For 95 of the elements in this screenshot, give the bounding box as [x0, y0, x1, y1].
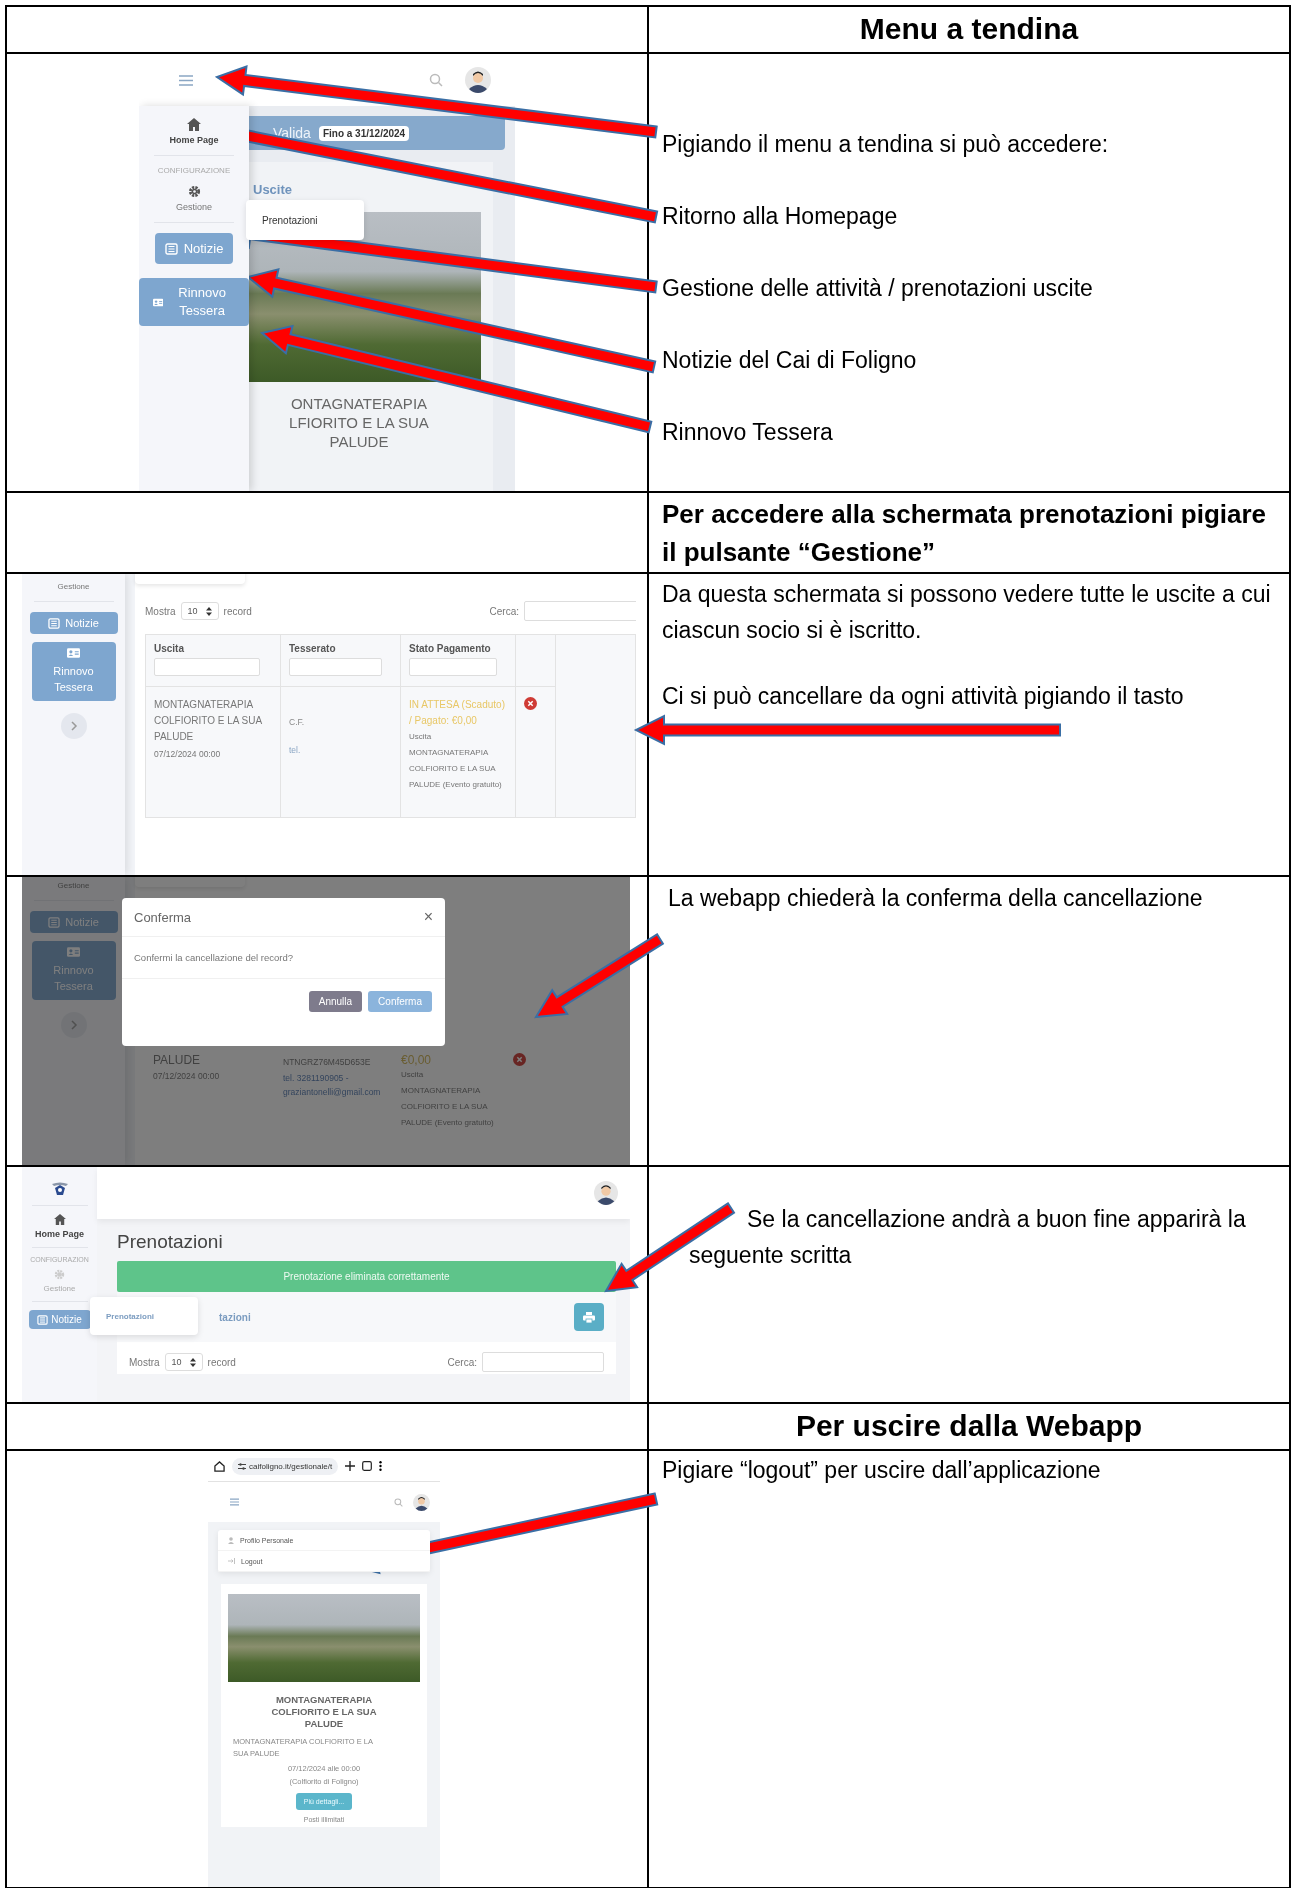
success-alert: Prenotazione eliminata correttamente: [117, 1261, 616, 1292]
address-bar[interactable]: caifoligno.it/gestionale/t: [232, 1457, 339, 1475]
table-cell-text: €0,00: [401, 1053, 433, 1067]
chevron-button-icon[interactable]: [60, 713, 87, 739]
filter-field[interactable]: [289, 658, 382, 676]
instruction-text: Gestione delle attività / prenotazioni uscite: [662, 274, 1094, 303]
id-card-icon: [67, 947, 80, 957]
close-button[interactable]: ×: [423, 908, 433, 926]
menu-icon[interactable]: [179, 74, 193, 86]
home-link[interactable]: Home Page: [35, 1214, 84, 1239]
sort-icon: [189, 1357, 196, 1367]
site-settings-icon: [238, 1462, 246, 1470]
event-title: ONTAGNATERAPIA LFIORITO E LA SUA PALUDE: [288, 394, 430, 451]
newspaper-icon: [37, 1314, 49, 1325]
home-link[interactable]: Home Page: [169, 118, 219, 145]
records-label: record: [223, 605, 252, 617]
tabs-icon[interactable]: [362, 1461, 373, 1471]
newspaper-icon: [164, 242, 178, 255]
section-heading: Per accedere alla schermata prenotazioni pigiare il pulsante “Gestione”: [661, 498, 1268, 569]
instruction-text: Se la cancellazione andrà a buon fine apparirà la seguente scritta: [689, 1205, 1247, 1270]
page-size-select[interactable]: 10: [164, 1353, 203, 1371]
search-field[interactable]: [482, 1352, 604, 1372]
home-icon: [53, 1214, 66, 1225]
sidebar-button[interactable]: Notizie: [154, 233, 234, 264]
sidebar-button[interactable]: Notizie: [28, 1310, 91, 1329]
manage-link[interactable]: Gestione: [176, 185, 212, 212]
validity-badge: Fino a 31/12/2024: [318, 125, 410, 141]
delete-icon[interactable]: [524, 697, 537, 710]
instruction-text: Da questa schermata si possono vedere tutte le uscite a cui ciascun socio si è iscritto.: [662, 580, 1272, 645]
records-label: record: [207, 1356, 236, 1368]
card-title: tazioni: [219, 1311, 251, 1323]
chevron-button-icon[interactable]: [60, 1012, 87, 1038]
section-heading: Menu a tendina: [858, 11, 1080, 47]
page-size-select[interactable]: 10: [180, 602, 219, 620]
filter-field[interactable]: [409, 658, 498, 676]
dialog-title: Conferma: [134, 909, 193, 925]
page-title: Prenotazioni: [117, 1231, 224, 1253]
more-icon[interactable]: [379, 1461, 383, 1471]
person-icon: [228, 1536, 234, 1544]
menu-item[interactable]: Prenotazioni: [106, 1311, 154, 1321]
avatar-icon[interactable]: [465, 67, 491, 93]
instruction-text: Rinnovo Tessera: [662, 418, 834, 447]
print-button[interactable]: [574, 1303, 604, 1331]
table-cell-text: NTNGRZ76M45D653E: [283, 1056, 372, 1069]
column-header[interactable]: Stato Pagamento: [401, 635, 516, 687]
table-cell: IN ATTESA (Scaduto) / Pagato: €0,00 Uscita MONTAGNATERAPIA COLFIORITO E LA SUA PALUDE (Evento gratuito): [401, 687, 516, 817]
instruction-text: Ritorno alla Homepage: [662, 202, 899, 231]
plus-icon[interactable]: [345, 1461, 356, 1471]
menu-icon[interactable]: [230, 1498, 239, 1506]
sidebar-button[interactable]: Rinnovo Tessera: [139, 278, 249, 326]
newspaper-icon: [48, 916, 61, 928]
id-card-icon: [153, 296, 164, 308]
event-title: MONTAGNATERAPIA COLFIORITO E LA SUA PALUDE: [270, 1694, 378, 1730]
search-field[interactable]: [524, 601, 636, 621]
sidebar-button[interactable]: Rinnovo Tessera: [31, 642, 116, 701]
show-label: Mostra: [145, 605, 176, 617]
logo-icon: [50, 1181, 69, 1197]
manage-link[interactable]: Gestione: [43, 1269, 76, 1293]
menu-item[interactable]: Prenotazioni: [262, 214, 318, 226]
exit-icon: [228, 1558, 235, 1564]
section-heading: Per uscire dalla Webapp: [794, 1408, 1144, 1444]
dialog-button[interactable]: Annulla: [308, 991, 363, 1012]
newspaper-icon: [48, 617, 61, 629]
search-label: Cerca:: [489, 605, 519, 617]
instruction-text: Pigiando il menu a tendina si può accedere:: [662, 130, 1110, 159]
id-card-icon: [67, 648, 80, 658]
printer-icon: [583, 1311, 595, 1323]
table-cell: C.F. tel.: [281, 687, 401, 817]
section-label: CONFIGURAZIONE: [157, 166, 231, 175]
table-cell-text: PALUDE: [153, 1053, 202, 1067]
instruction-text: Notizie del Cai di Foligno: [662, 346, 918, 375]
contact-link[interactable]: tel. 3281190905 - graziantonelli@gmail.com: [283, 1071, 385, 1099]
avatar-icon[interactable]: [594, 1181, 618, 1205]
sort-icon: [205, 606, 212, 616]
column-header[interactable]: Uscita: [146, 635, 281, 687]
avatar-icon[interactable]: [413, 1493, 430, 1511]
gear-icon: [54, 1269, 65, 1280]
table-cell: MONTAGNATERAPIA COLFIORITO E LA SUA PALUDE 07/12/2024 00:00: [146, 687, 281, 817]
dialog-message: Confermi la cancellazione del record?: [122, 937, 445, 979]
home-icon: [187, 118, 201, 131]
instruction-text: La webapp chiederà la conferma della cancellazione: [668, 884, 1204, 913]
gear-icon: [187, 185, 201, 198]
search-icon[interactable]: [429, 73, 443, 87]
sidebar-button[interactable]: Notizie: [29, 612, 118, 634]
instruction-text: Pigiare “logout” per uscire dall’applicazione: [662, 1456, 1102, 1485]
delete-icon[interactable]: [513, 1053, 526, 1066]
search-icon[interactable]: [394, 1497, 403, 1507]
home-icon[interactable]: [214, 1460, 225, 1472]
manage-link[interactable]: Gestione: [57, 582, 90, 591]
filter-field[interactable]: [154, 658, 260, 676]
search-label: Cerca:: [447, 1356, 477, 1368]
show-label: Mostra: [129, 1356, 160, 1368]
instruction-text: Ci si può cancellare da ogni attività pigiando il tasto: [662, 682, 1185, 711]
card-title: Uscite: [252, 182, 294, 199]
column-header[interactable]: Tesserato: [281, 635, 401, 687]
